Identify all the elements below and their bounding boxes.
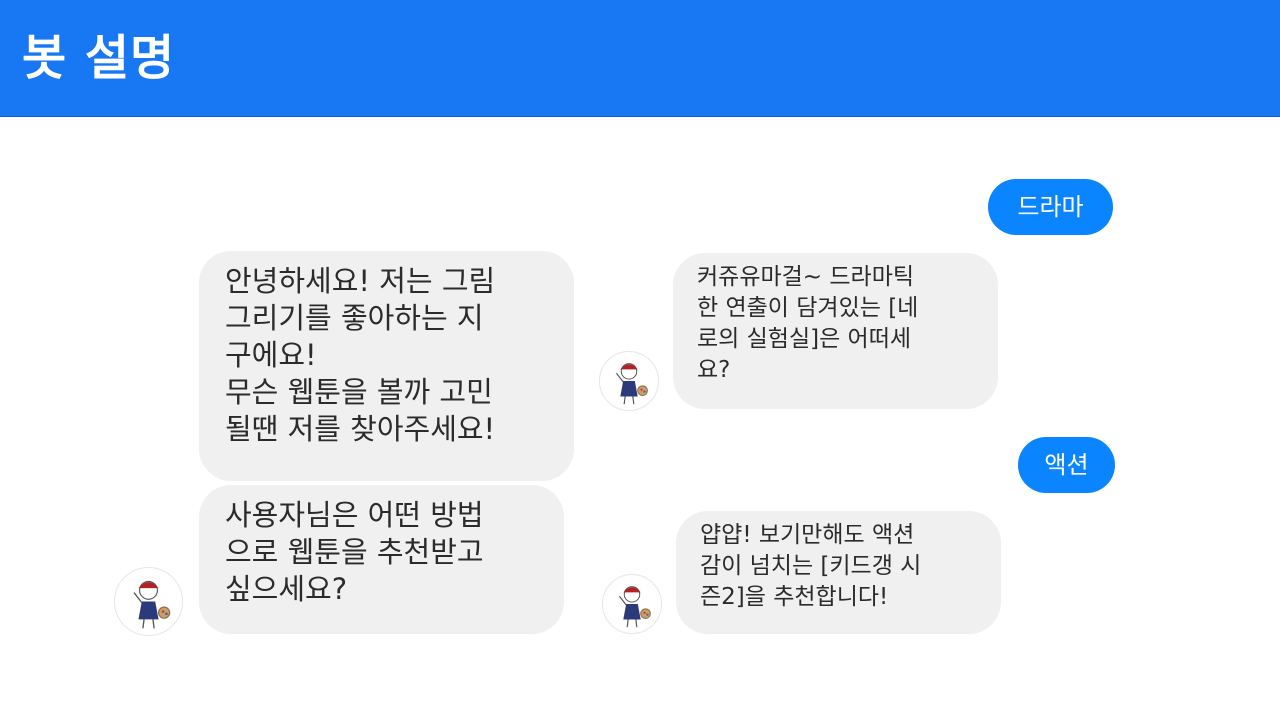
bot-greeting-bubble: 안녕하세요! 저는 그림 그리기를 좋아하는 지 구에요! 무슨 웹툰을 볼까 …: [199, 251, 574, 481]
bot-question-bubble: 사용자님은 어떤 방법 으로 웹툰을 추천받고 싶으세요?: [199, 485, 564, 634]
bot-recommend-bubble-drama: 커쥬유마걸~ 드라마틱 한 연출이 담겨있는 [네 로의 실험실]은 어떠세 요…: [673, 253, 998, 409]
character-icon: [133, 580, 171, 629]
user-reply-bubble-drama: 드라마: [988, 179, 1113, 235]
page-title: 봇 설명: [22, 30, 176, 86]
bot-avatar: [602, 574, 662, 634]
character-icon: [618, 586, 651, 628]
bot-recommend-bubble-action: 얍얍! 보기만해도 액션 감이 넘치는 [키드갱 시 즌2]을 추천합니다!: [676, 511, 1001, 634]
character-icon: [615, 363, 648, 405]
bot-avatar: [114, 567, 183, 636]
slide-header: 봇 설명: [0, 0, 1280, 117]
bot-avatar: [599, 351, 659, 411]
user-reply-bubble-action: 액션: [1018, 437, 1115, 493]
